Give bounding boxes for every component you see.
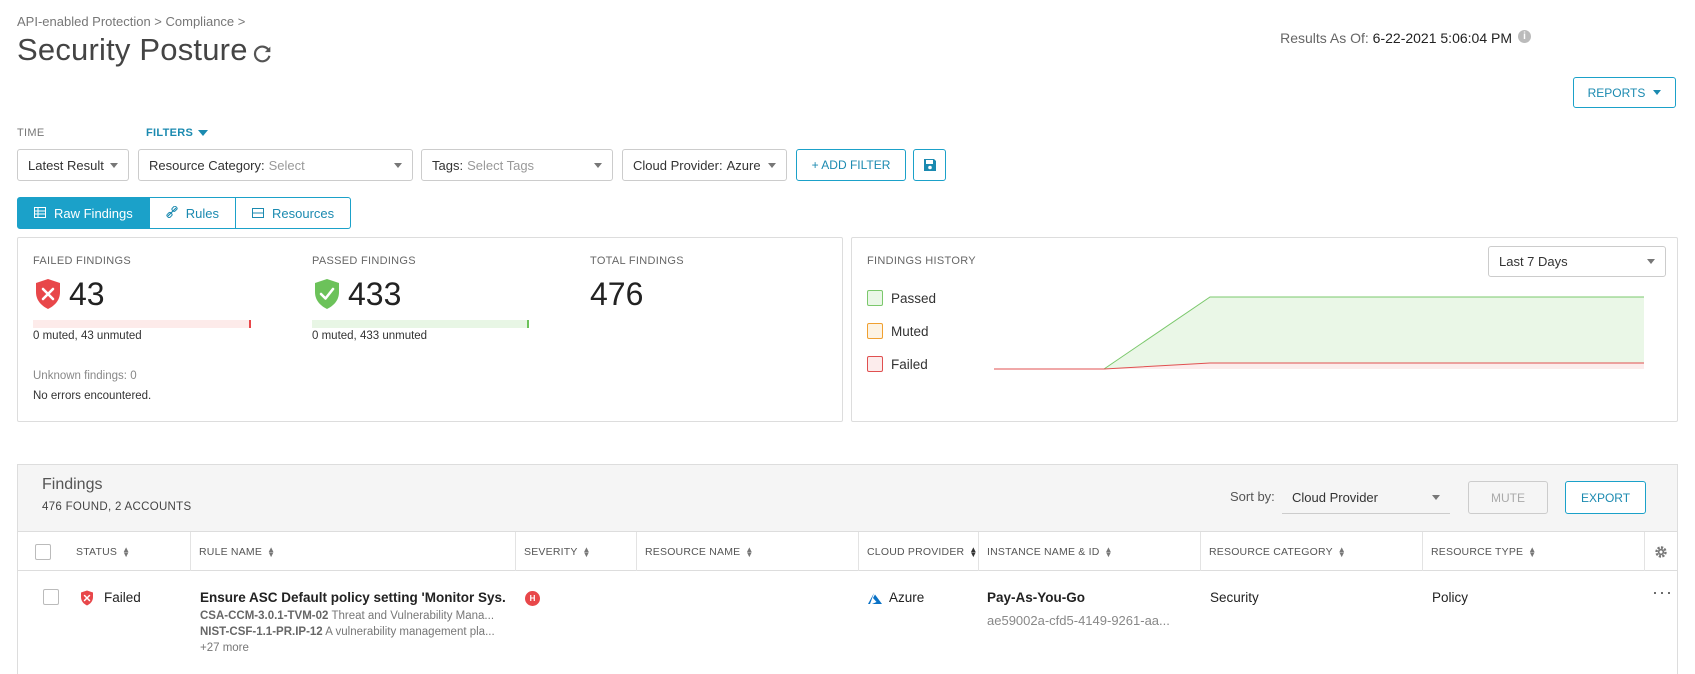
sort-active-icon: ▲ ▼ [969, 545, 978, 559]
sort-icon: ▲ ▼ [122, 545, 131, 559]
legend-muted-swatch [867, 323, 883, 339]
column-settings[interactable] [1644, 532, 1677, 572]
instance-name[interactable]: Pay-As-You-Go [987, 590, 1085, 605]
column-rule-name[interactable]: RULE NAME ▲ ▼ [190, 532, 515, 572]
legend-failed-swatch [867, 356, 883, 372]
chevron-down-icon [1647, 259, 1655, 264]
failed-findings-count[interactable]: 43 [69, 276, 105, 313]
findings-title: Findings [42, 476, 103, 493]
view-tabs: Raw Findings Rules Resources [17, 197, 352, 229]
select-all-cell [18, 532, 68, 572]
table-icon [34, 206, 46, 221]
tab-raw-findings[interactable]: Raw Findings [17, 197, 150, 229]
tab-resources[interactable]: Resources [236, 197, 352, 229]
filters-toggle[interactable]: FILTERS [146, 127, 209, 139]
cloud-provider-select[interactable]: Cloud Provider: Azure [622, 149, 787, 181]
resource-type-text: Policy [1432, 590, 1469, 605]
instance-id: ae59002a-cfd5-4149-9261-aa... [987, 613, 1170, 628]
sort-icon: ▲ ▼ [745, 545, 754, 559]
chevron-down-icon [109, 162, 118, 168]
sort-icon: ▲ ▼ [267, 545, 276, 559]
mute-button[interactable]: MUTE [1468, 481, 1548, 514]
failed-findings-label: FAILED FINDINGS [33, 255, 132, 267]
column-cloud-provider[interactable]: CLOUD PROVIDER ▲ ▼ [858, 532, 978, 572]
tags-select[interactable]: Tags: Select Tags [421, 149, 613, 181]
time-select[interactable]: Latest Result [17, 149, 129, 181]
add-filter-button[interactable]: + ADD FILTER [796, 149, 906, 181]
chevron-down-icon [1432, 495, 1440, 500]
column-status[interactable]: STATUS ▲ ▼ [68, 532, 208, 572]
column-resource-category[interactable]: RESOURCE CATEGORY ▲ ▼ [1200, 532, 1422, 572]
sort-icon: ▲ ▼ [1337, 545, 1346, 559]
time-label: TIME [17, 127, 45, 139]
column-resource-type[interactable]: RESOURCE TYPE ▲ ▼ [1422, 532, 1644, 572]
resource-category-select[interactable]: Resource Category: Select [138, 149, 413, 181]
info-icon[interactable]: i [1518, 30, 1531, 43]
results-timestamp: 6-22-2021 5:06:04 PM [1372, 30, 1512, 46]
sort-icon: ▲ ▼ [1104, 545, 1113, 559]
server-icon [252, 206, 265, 221]
shield-passed-icon [315, 279, 339, 309]
legend-passed-swatch [867, 290, 883, 306]
refresh-icon[interactable] [252, 43, 274, 65]
cloud-provider-text: Azure [889, 590, 925, 605]
status-text: Failed [104, 590, 141, 605]
findings-count: 476 FOUND, 2 ACCOUNTS [42, 501, 192, 513]
passed-progress-bar [312, 320, 529, 328]
rule-compliance-2: NIST-CSF-1.1-PR.IP-12 A vulnerability ma… [200, 626, 495, 638]
results-as-of: Results As Of: 6-22-2021 5:06:04 PM [1280, 30, 1512, 46]
table-row[interactable]: Failed Ensure ASC Default policy setting… [18, 571, 1677, 674]
legend-muted[interactable]: Muted [867, 323, 929, 339]
history-range-select[interactable]: Last 7 Days [1488, 246, 1666, 277]
export-button[interactable]: EXPORT [1565, 481, 1646, 514]
chevron-down-icon [594, 162, 602, 168]
gear-icon [1655, 546, 1667, 558]
row-more-menu-icon[interactable]: ··· [1652, 582, 1673, 603]
total-findings-count: 476 [590, 276, 644, 312]
failed-detail: 0 muted, 43 unmuted [33, 330, 142, 342]
row-checkbox[interactable] [43, 589, 59, 605]
findings-history-title: FINDINGS HISTORY [867, 255, 976, 267]
tab-rules[interactable]: Rules [149, 197, 237, 229]
failed-progress-bar [33, 320, 251, 328]
breadcrumb[interactable]: API-enabled Protection > Compliance > [17, 14, 245, 29]
unknown-findings: Unknown findings: 0 [33, 370, 137, 382]
rule-compliance-1: CSA-CCM-3.0.1-TVM-02 Threat and Vulnerab… [200, 610, 495, 622]
rule-more-link[interactable]: +27 more [200, 642, 249, 654]
shield-failed-icon [36, 279, 60, 309]
table-header: STATUS ▲ ▼ RULE NAME ▲ ▼ SEVERITY ▲ ▼ RESOURCE… [18, 531, 1677, 572]
chevron-down-icon [1653, 90, 1662, 95]
legend-failed[interactable]: Failed [867, 356, 928, 372]
sort-by-select[interactable]: Cloud Provider [1282, 482, 1450, 514]
save-filter-button[interactable] [913, 149, 946, 181]
passed-detail: 0 muted, 433 unmuted [312, 330, 428, 342]
column-resource-name[interactable]: RESOURCE NAME ▲ ▼ [636, 532, 858, 572]
azure-icon [868, 593, 882, 604]
legend-passed[interactable]: Passed [867, 290, 936, 306]
shield-failed-icon [81, 590, 93, 606]
passed-findings-label: PASSED FINDINGS [312, 255, 416, 267]
column-instance-name[interactable]: INSTANCE NAME & ID ▲ ▼ [978, 532, 1200, 572]
caret-down-icon [198, 130, 209, 136]
chevron-down-icon [768, 162, 776, 168]
sort-icon: ▲ ▼ [1528, 545, 1537, 559]
select-all-checkbox[interactable] [35, 544, 51, 560]
sort-icon: ▲ ▼ [582, 545, 591, 559]
sort-by-label: Sort by: [1230, 489, 1275, 504]
passed-findings-count[interactable]: 433 [348, 276, 401, 313]
page-title: Security Posture [17, 32, 248, 67]
save-icon [923, 159, 936, 171]
chevron-down-icon [394, 162, 402, 168]
resource-category-text: Security [1210, 590, 1259, 605]
column-severity[interactable]: SEVERITY ▲ ▼ [515, 532, 636, 572]
reports-button[interactable]: REPORTS [1573, 77, 1676, 108]
rule-name-link[interactable]: Ensure ASC Default policy setting 'Monit… [200, 590, 505, 605]
findings-history-chart [994, 296, 1644, 370]
link-icon [166, 205, 178, 221]
errors-status: No errors encountered. [33, 390, 152, 402]
total-findings-label: TOTAL FINDINGS [590, 255, 684, 267]
severity-high-badge: H [525, 591, 540, 606]
